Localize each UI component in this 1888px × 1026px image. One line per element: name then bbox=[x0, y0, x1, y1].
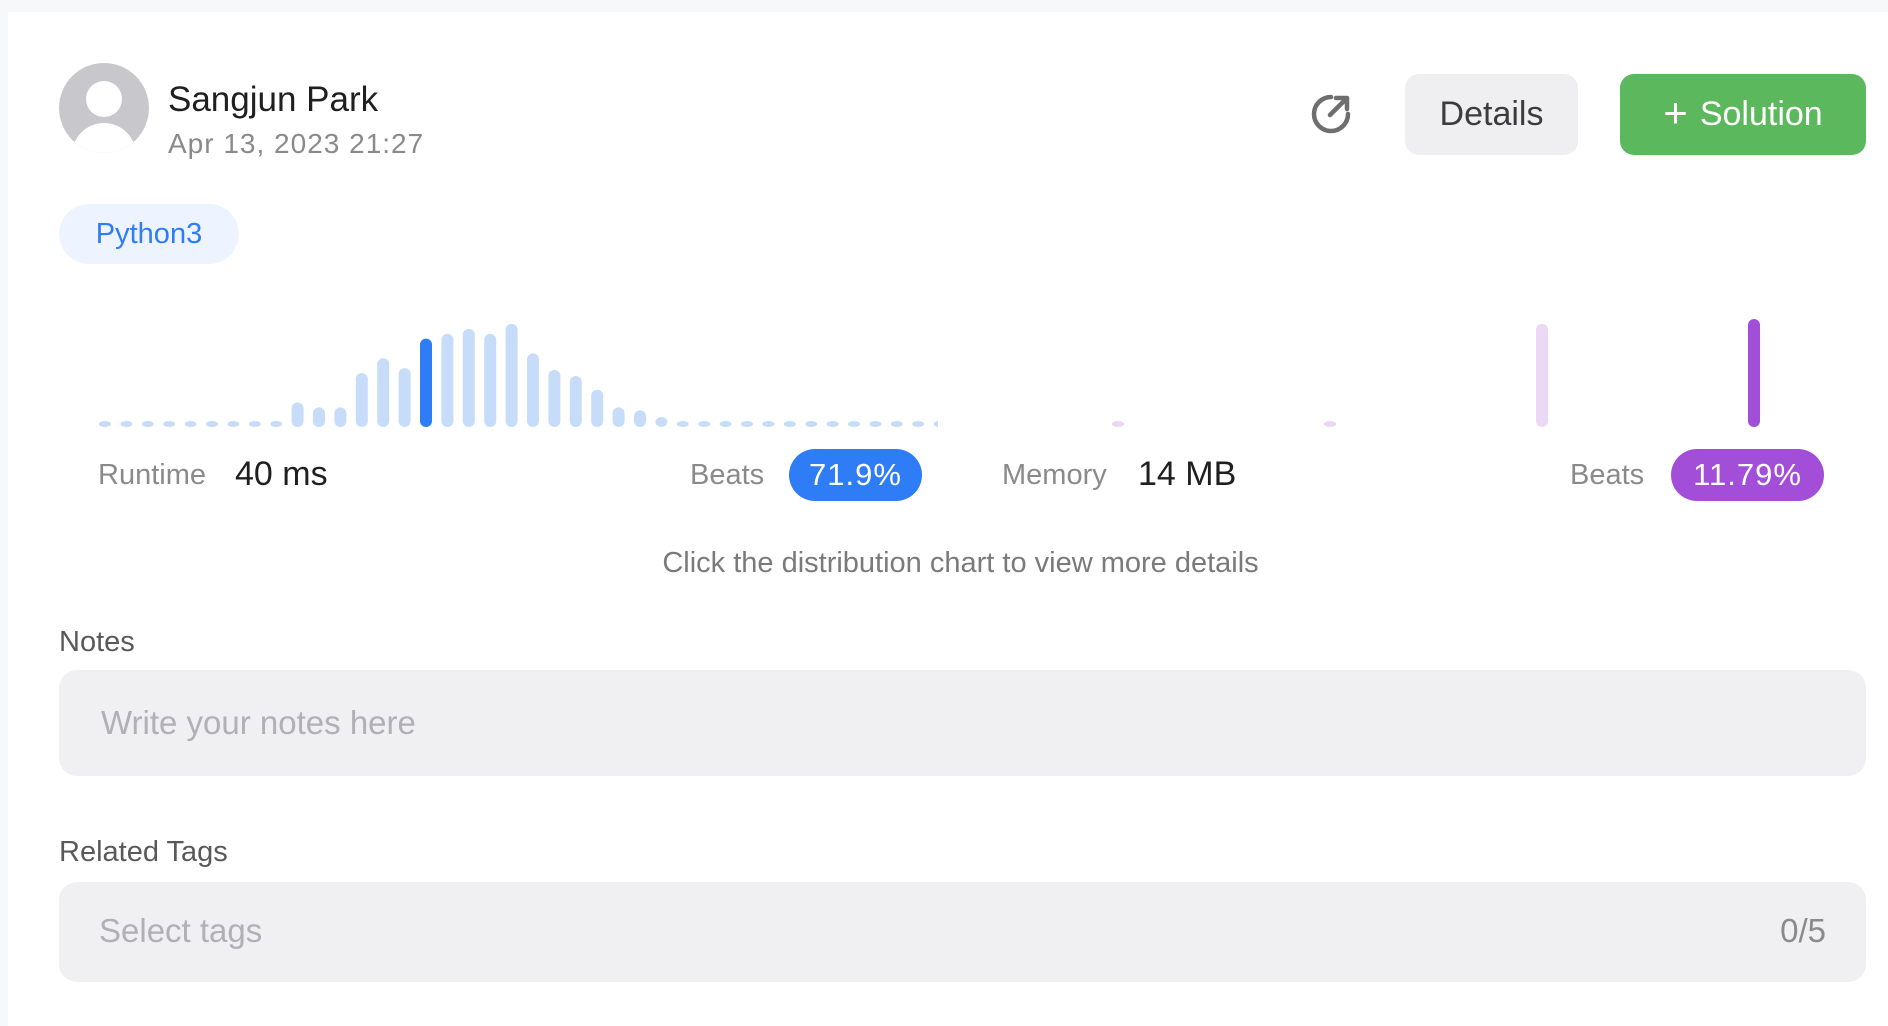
runtime-label: Runtime bbox=[98, 459, 206, 491]
runtime-bar bbox=[869, 421, 882, 427]
runtime-bar bbox=[291, 402, 304, 427]
runtime-bar bbox=[441, 333, 454, 427]
submission-panel: Sangjun Park Apr 13, 2023 21:27 Details … bbox=[8, 12, 1888, 1026]
runtime-value: 40 ms bbox=[235, 455, 328, 493]
related-tags-label: Related Tags bbox=[59, 836, 228, 868]
runtime-bar bbox=[377, 358, 390, 427]
add-solution-button[interactable]: + Solution bbox=[1620, 74, 1866, 155]
runtime-bar bbox=[591, 389, 604, 427]
runtime-bar bbox=[548, 370, 561, 427]
memory-bar bbox=[1536, 323, 1548, 427]
memory-chart-svg bbox=[1112, 319, 1760, 427]
share-external-icon bbox=[1308, 91, 1354, 142]
memory-beats-label: Beats bbox=[1570, 459, 1645, 491]
tags-count: 0/5 bbox=[1780, 912, 1826, 949]
language-badge: Python3 bbox=[59, 204, 239, 264]
runtime-bar bbox=[206, 421, 218, 427]
notes-label: Notes bbox=[59, 626, 135, 658]
runtime-bar bbox=[120, 421, 133, 427]
runtime-bar bbox=[762, 421, 775, 427]
runtime-bar bbox=[741, 421, 753, 427]
runtime-beats-label: Beats bbox=[690, 459, 765, 491]
memory-bar bbox=[1112, 421, 1124, 427]
runtime-bar bbox=[184, 421, 197, 427]
runtime-bar bbox=[248, 421, 261, 427]
runtime-bar bbox=[484, 333, 497, 427]
memory-beats-badge: 11.79% bbox=[1671, 449, 1824, 501]
runtime-bar bbox=[334, 407, 347, 427]
runtime-bar bbox=[398, 368, 411, 427]
runtime-distribution-chart[interactable] bbox=[98, 312, 938, 432]
runtime-bar bbox=[912, 421, 925, 427]
plus-icon: + bbox=[1663, 89, 1688, 136]
runtime-bar bbox=[505, 323, 518, 427]
tags-select[interactable]: Select tags 0/5 bbox=[59, 882, 1866, 982]
runtime-bar bbox=[227, 421, 240, 427]
runtime-bar bbox=[527, 353, 539, 427]
submission-time: Apr 13, 2023 21:27 bbox=[168, 128, 425, 159]
avatar-head bbox=[86, 81, 122, 117]
solution-button-label: Solution bbox=[1699, 95, 1823, 133]
runtime-bar bbox=[270, 421, 283, 427]
memory-value: 14 MB bbox=[1138, 455, 1237, 493]
runtime-bar bbox=[676, 421, 689, 427]
runtime-bar bbox=[420, 338, 432, 427]
runtime-bar bbox=[890, 421, 903, 427]
memory-bar bbox=[1324, 421, 1336, 427]
runtime-bar bbox=[141, 421, 154, 427]
chart-hint: Click the distribution chart to view mor… bbox=[662, 547, 1259, 579]
runtime-beats-badge: 71.9% bbox=[789, 449, 922, 501]
runtime-bar bbox=[99, 421, 111, 427]
runtime-bar bbox=[805, 421, 818, 427]
runtime-bar bbox=[569, 375, 582, 427]
runtime-bar bbox=[783, 421, 796, 427]
tags-placeholder: Select tags bbox=[99, 912, 263, 949]
runtime-bar bbox=[163, 421, 176, 427]
runtime-bar bbox=[655, 417, 668, 427]
memory-bar bbox=[1748, 319, 1760, 427]
user-name[interactable]: Sangjun Park bbox=[168, 80, 378, 120]
runtime-bar bbox=[355, 373, 368, 427]
runtime-bar bbox=[848, 421, 860, 427]
runtime-bar bbox=[719, 421, 732, 427]
runtime-bar bbox=[313, 407, 325, 427]
memory-distribution-chart[interactable] bbox=[998, 312, 1838, 432]
runtime-bar bbox=[826, 421, 839, 427]
runtime-bar bbox=[933, 421, 938, 427]
runtime-chart-svg bbox=[99, 323, 938, 427]
details-button[interactable]: Details bbox=[1405, 74, 1578, 155]
avatar[interactable] bbox=[59, 63, 149, 153]
runtime-bar bbox=[698, 421, 711, 427]
avatar-body bbox=[72, 123, 136, 153]
runtime-bar bbox=[612, 407, 625, 427]
share-button[interactable] bbox=[1305, 90, 1357, 142]
notes-input[interactable] bbox=[59, 670, 1866, 776]
runtime-bar bbox=[634, 410, 646, 427]
runtime-bar bbox=[462, 328, 475, 427]
memory-label: Memory bbox=[1002, 459, 1107, 491]
